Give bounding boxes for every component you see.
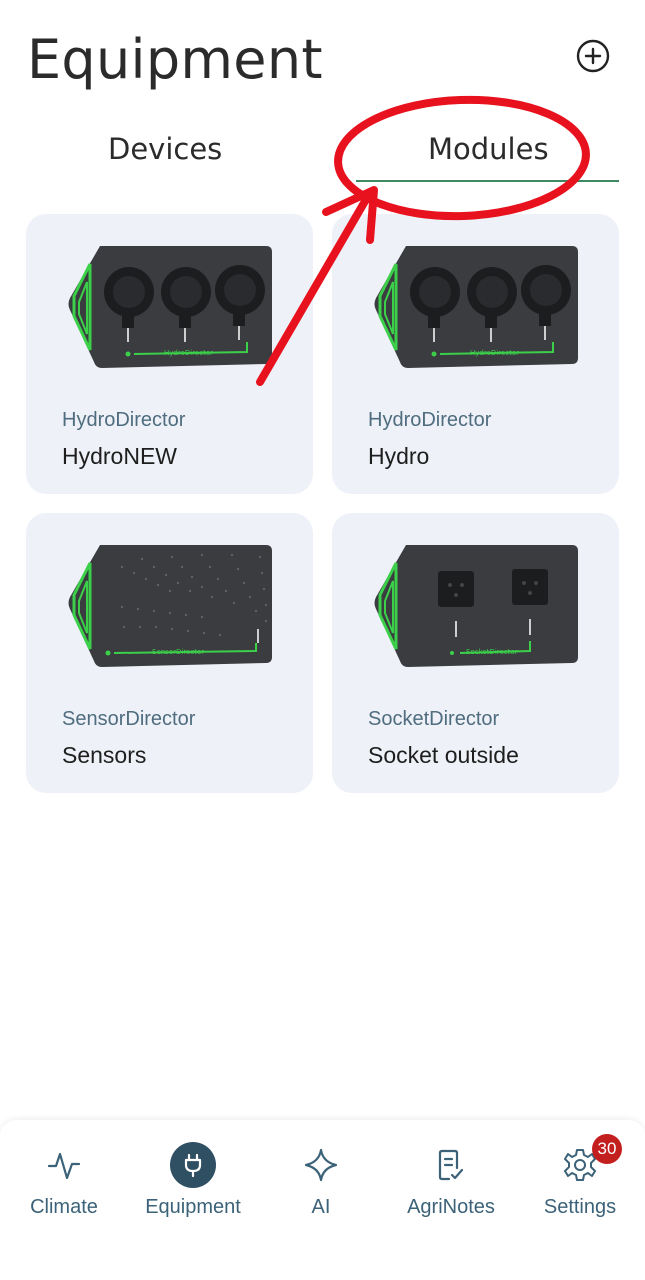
tab-devices[interactable]: Devices — [108, 132, 222, 166]
plug-icon — [170, 1142, 216, 1188]
bottom-navigation: Climate Equipment AI AgriNotes 30 Settin… — [0, 1120, 645, 1280]
module-name: HydroNEW — [62, 443, 178, 469]
sparkle-icon — [298, 1142, 344, 1188]
nav-ai[interactable]: AI — [261, 1142, 381, 1242]
nav-settings[interactable]: 30 Settings — [520, 1134, 640, 1242]
module-type: HydroDirector — [62, 409, 186, 431]
nav-equipment[interactable]: Equipment — [133, 1142, 253, 1242]
svg-text:SensorDirector: SensorDirector — [152, 648, 204, 656]
hydro-director-device-image: HydroDirector — [68, 246, 272, 368]
tab-modules[interactable]: Modules — [428, 132, 549, 166]
module-type: SocketDirector — [368, 708, 500, 730]
tab-bar: Devices Modules — [0, 120, 645, 184]
page-title: Equipment — [27, 28, 323, 91]
module-type: HydroDirector — [368, 409, 492, 431]
notification-badge: 30 — [592, 1134, 622, 1164]
active-tab-indicator — [356, 180, 619, 182]
svg-text:HydroDirector: HydroDirector — [470, 349, 519, 357]
module-name: Sensors — [62, 742, 147, 768]
module-card-hydro[interactable]: HydroDirector HydroDirector Hydro — [332, 214, 619, 494]
nav-agrinotes[interactable]: AgriNotes — [391, 1142, 511, 1242]
hydro-director-device-image: HydroDirector — [374, 246, 578, 368]
note-check-icon — [428, 1142, 474, 1188]
nav-label: Settings — [543, 1196, 617, 1218]
module-card-socket-outside[interactable]: SocketDirector SocketDirector Socket out… — [332, 513, 619, 793]
nav-label: AI — [311, 1196, 331, 1218]
nav-climate[interactable]: Climate — [4, 1142, 124, 1242]
socket-director-device-image: SocketDirector — [374, 545, 578, 667]
module-type: SensorDirector — [62, 708, 196, 730]
svg-text:SocketDirector: SocketDirector — [466, 648, 518, 656]
module-card-sensors[interactable]: SensorDirector SensorDirector Sensors — [26, 513, 313, 793]
module-name: Socket outside — [368, 742, 519, 768]
nav-label: Climate — [30, 1196, 98, 1218]
add-button[interactable] — [576, 39, 610, 73]
app-header: Equipment — [0, 0, 645, 110]
nav-label: AgriNotes — [407, 1196, 495, 1218]
sensor-director-device-image: SensorDirector — [68, 545, 272, 667]
plus-circle-icon — [576, 39, 610, 73]
svg-text:HydroDirector: HydroDirector — [164, 349, 213, 357]
module-card-hydronew[interactable]: HydroDirector HydroDirector HydroNEW — [26, 214, 313, 494]
module-name: Hydro — [368, 443, 430, 469]
nav-label: Equipment — [145, 1196, 241, 1218]
activity-icon — [41, 1142, 87, 1188]
